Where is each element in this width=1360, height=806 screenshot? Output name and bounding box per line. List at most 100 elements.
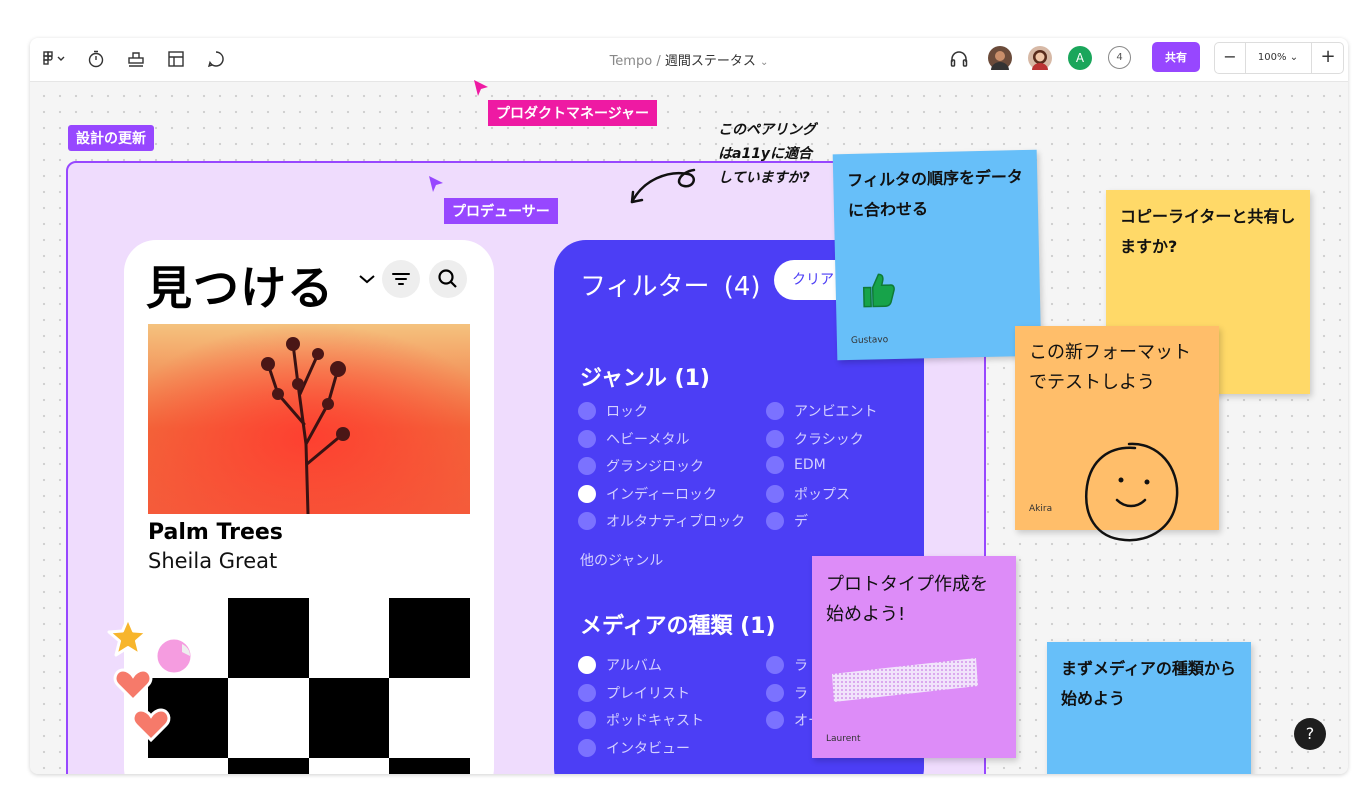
radio-dot-icon[interactable]: [766, 656, 784, 674]
avatar[interactable]: [1028, 46, 1052, 70]
sticky-text: プロトタイプ作成を始めよう!: [826, 574, 988, 625]
filter-option[interactable]: オルタナティブロック: [578, 511, 745, 531]
radio-dot-icon[interactable]: [578, 512, 596, 530]
title-chevron-icon[interactable]: ⌄: [760, 57, 768, 68]
filter-option[interactable]: グランジロック: [578, 456, 704, 476]
filter-option-label: ロック: [606, 404, 648, 420]
filter-option-label: ポッドキャスト: [606, 713, 704, 729]
track-artist: Sheila Great: [148, 549, 278, 573]
filter-count: (4): [723, 272, 761, 302]
filter-option[interactable]: プレイリスト: [578, 683, 690, 703]
radio-dot-icon[interactable]: [766, 683, 784, 702]
filter-option[interactable]: ポップス: [766, 484, 850, 504]
filter-icon[interactable]: [382, 260, 420, 298]
project-name: Tempo: [609, 54, 653, 69]
sticky-author: Gustavo: [850, 335, 889, 346]
radio-dot-icon[interactable]: [766, 711, 784, 729]
filter-option-label: アルバム: [606, 658, 662, 674]
filter-option[interactable]: クラシック: [766, 429, 864, 449]
cursor-label-producer: プロデューサー: [444, 198, 558, 224]
audio-headphones-icon[interactable]: [948, 48, 970, 70]
radio-dot-icon[interactable]: [578, 484, 596, 503]
section-label[interactable]: 設計の更新: [68, 125, 154, 151]
filter-option-label: ヘビーメタル: [606, 431, 690, 448]
filter-option-label: インディーロック: [606, 486, 718, 503]
viewer-count-badge[interactable]: 4: [1108, 46, 1131, 69]
filter-title: フィルター (4): [580, 266, 761, 303]
filter-option[interactable]: ロック: [578, 401, 648, 421]
filter-option[interactable]: インタビュー: [578, 738, 690, 758]
avatar[interactable]: A: [1068, 46, 1092, 70]
discover-heading: 見つける: [146, 261, 334, 315]
radio-dot-icon[interactable]: [766, 456, 784, 474]
zoom-controls: − 100% ⌄ +: [1214, 42, 1344, 74]
filter-option[interactable]: ラ: [766, 655, 808, 675]
file-title[interactable]: Tempo / 週間ステータス ⌄: [30, 50, 1348, 69]
cursor-pointer-icon: [474, 80, 488, 96]
board-canvas[interactable]: プロダクトマネージャー 設計の更新 プロデューサー このペアリング はa11yに…: [30, 80, 1348, 774]
sticky-text: フィルタの順序をデータに合わせる: [847, 167, 1024, 221]
avatar[interactable]: [988, 46, 1012, 70]
filter-option[interactable]: アルバム: [578, 655, 662, 675]
radio-dot-icon[interactable]: [766, 484, 784, 503]
filter-option[interactable]: ヘビーメタル: [578, 429, 689, 449]
filter-option-label: グランジロック: [606, 459, 704, 475]
note-line: このペアリング: [718, 122, 816, 138]
zoom-out-button[interactable]: −: [1215, 43, 1246, 73]
more-genres-link[interactable]: 他のジャンル: [580, 550, 663, 570]
heart-sticker-icon[interactable]: [130, 706, 172, 744]
washi-tape-icon: [832, 658, 978, 702]
star-sticker-icon[interactable]: [106, 616, 150, 658]
file-name: 週間ステータス: [664, 54, 756, 69]
title-separator: /: [656, 54, 661, 69]
radio-dot-icon[interactable]: [766, 512, 784, 530]
checkerboard-album-image[interactable]: [148, 598, 470, 774]
sticky-note-orange[interactable]: この新フォーマットでテストしよう Akira: [1015, 326, 1219, 542]
heart-sticker-icon[interactable]: [112, 666, 154, 704]
zoom-level-dropdown[interactable]: 100% ⌄: [1246, 43, 1310, 73]
radio-dot-icon[interactable]: [578, 656, 596, 674]
radio-dot-icon[interactable]: [578, 429, 596, 448]
circle-sticker-icon[interactable]: [152, 634, 196, 678]
filter-option-label: ポップス: [794, 486, 850, 503]
filter-option-label: ラ: [794, 685, 808, 702]
filter-title-text: フィルター: [580, 272, 710, 302]
radio-dot-icon[interactable]: [578, 683, 596, 702]
filter-option[interactable]: ポッドキャスト: [578, 710, 704, 730]
sticky-text: この新フォーマットでテストしよう: [1029, 342, 1191, 393]
radio-dot-icon[interactable]: [578, 711, 596, 729]
radio-dot-icon[interactable]: [578, 457, 596, 475]
filter-option-label: EDM: [794, 457, 826, 473]
radio-dot-icon[interactable]: [766, 429, 784, 448]
handwritten-note[interactable]: このペアリング はa11yに適合 していますか?: [718, 118, 848, 190]
chevron-down-icon[interactable]: [357, 273, 377, 285]
radio-dot-icon[interactable]: [766, 402, 784, 420]
sticky-author: Laurent: [826, 734, 861, 744]
filter-option[interactable]: アンビエント: [766, 401, 877, 421]
figjam-window: Tempo / 週間ステータス ⌄ A 4 共有 − 100% ⌄ + プロダク…: [30, 38, 1348, 774]
thumbs-up-icon: [862, 273, 895, 308]
filter-option-label: ラ: [794, 658, 808, 674]
discover-phone-mockup[interactable]: 見つける Palm Trees Sheila Great: [124, 240, 494, 774]
radio-dot-icon[interactable]: [578, 402, 596, 420]
filter-option[interactable]: インディーロック: [578, 484, 717, 504]
filter-option[interactable]: EDM: [766, 456, 826, 474]
cursor-label-pm: プロダクトマネージャー: [488, 100, 658, 126]
share-button[interactable]: 共有: [1152, 42, 1200, 72]
filter-option-label: アンビエント: [794, 404, 878, 420]
sticky-note-blue-bottom[interactable]: まずメディアの種類から始めよう: [1047, 642, 1251, 774]
radio-dot-icon[interactable]: [578, 738, 596, 757]
zoom-in-button[interactable]: +: [1311, 43, 1344, 73]
sticky-note-purple[interactable]: プロトタイプ作成を始めよう! Laurent: [812, 556, 1016, 758]
filter-option[interactable]: デ: [766, 511, 808, 531]
filter-option-label: オルタナティブロック: [606, 514, 746, 530]
help-button[interactable]: ?: [1294, 718, 1326, 750]
sticky-text: コピーライターと共有しますか?: [1120, 207, 1296, 256]
cursor-pointer-icon: [429, 176, 443, 192]
sticky-note-blue[interactable]: フィルタの順序をデータに合わせる Gustavo: [832, 149, 1042, 361]
sticky-text: まずメディアの種類から始めよう: [1061, 659, 1236, 708]
filter-option[interactable]: ラ: [766, 683, 808, 703]
search-icon[interactable]: [429, 260, 467, 298]
zoom-level: 100%: [1257, 52, 1287, 63]
album-art-image[interactable]: [148, 324, 470, 514]
